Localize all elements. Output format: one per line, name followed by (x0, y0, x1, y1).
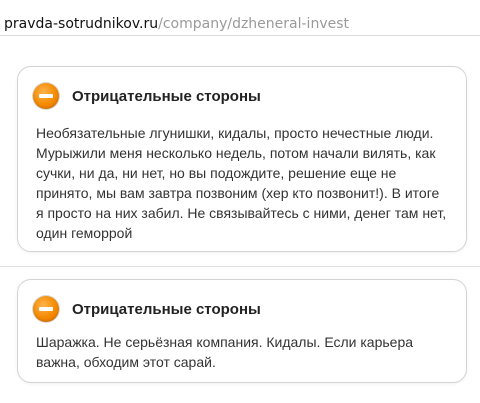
review-title: Отрицательные стороны (72, 300, 261, 318)
review-text: Шаражка. Не серьёзная компания. Кидалы. … (36, 334, 414, 370)
url-domain: pravda-sotrudnikov.ru (4, 16, 159, 32)
url-path: /company/dzheneral-invest (158, 16, 349, 32)
review-card: Отрицательные стороны Шаражка. Не серьёз… (17, 279, 467, 383)
divider (0, 266, 480, 267)
review-header: Отрицательные стороны (33, 81, 261, 111)
review-card: Отрицательные стороны Необязательные лгу… (17, 66, 467, 252)
minus-circle-icon (33, 296, 59, 322)
minus-circle-icon (33, 83, 59, 109)
review-header: Отрицательные стороны (33, 294, 261, 324)
url-text[interactable]: pravda-sotrudnikov.ru/company/dzheneral-… (4, 16, 349, 32)
address-bar[interactable]: pravda-sotrudnikov.ru/company/dzheneral-… (0, 0, 480, 36)
review-text: Необязательные лгунишки, кидалы, просто … (36, 125, 447, 241)
review-title: Отрицательные стороны (72, 87, 261, 105)
